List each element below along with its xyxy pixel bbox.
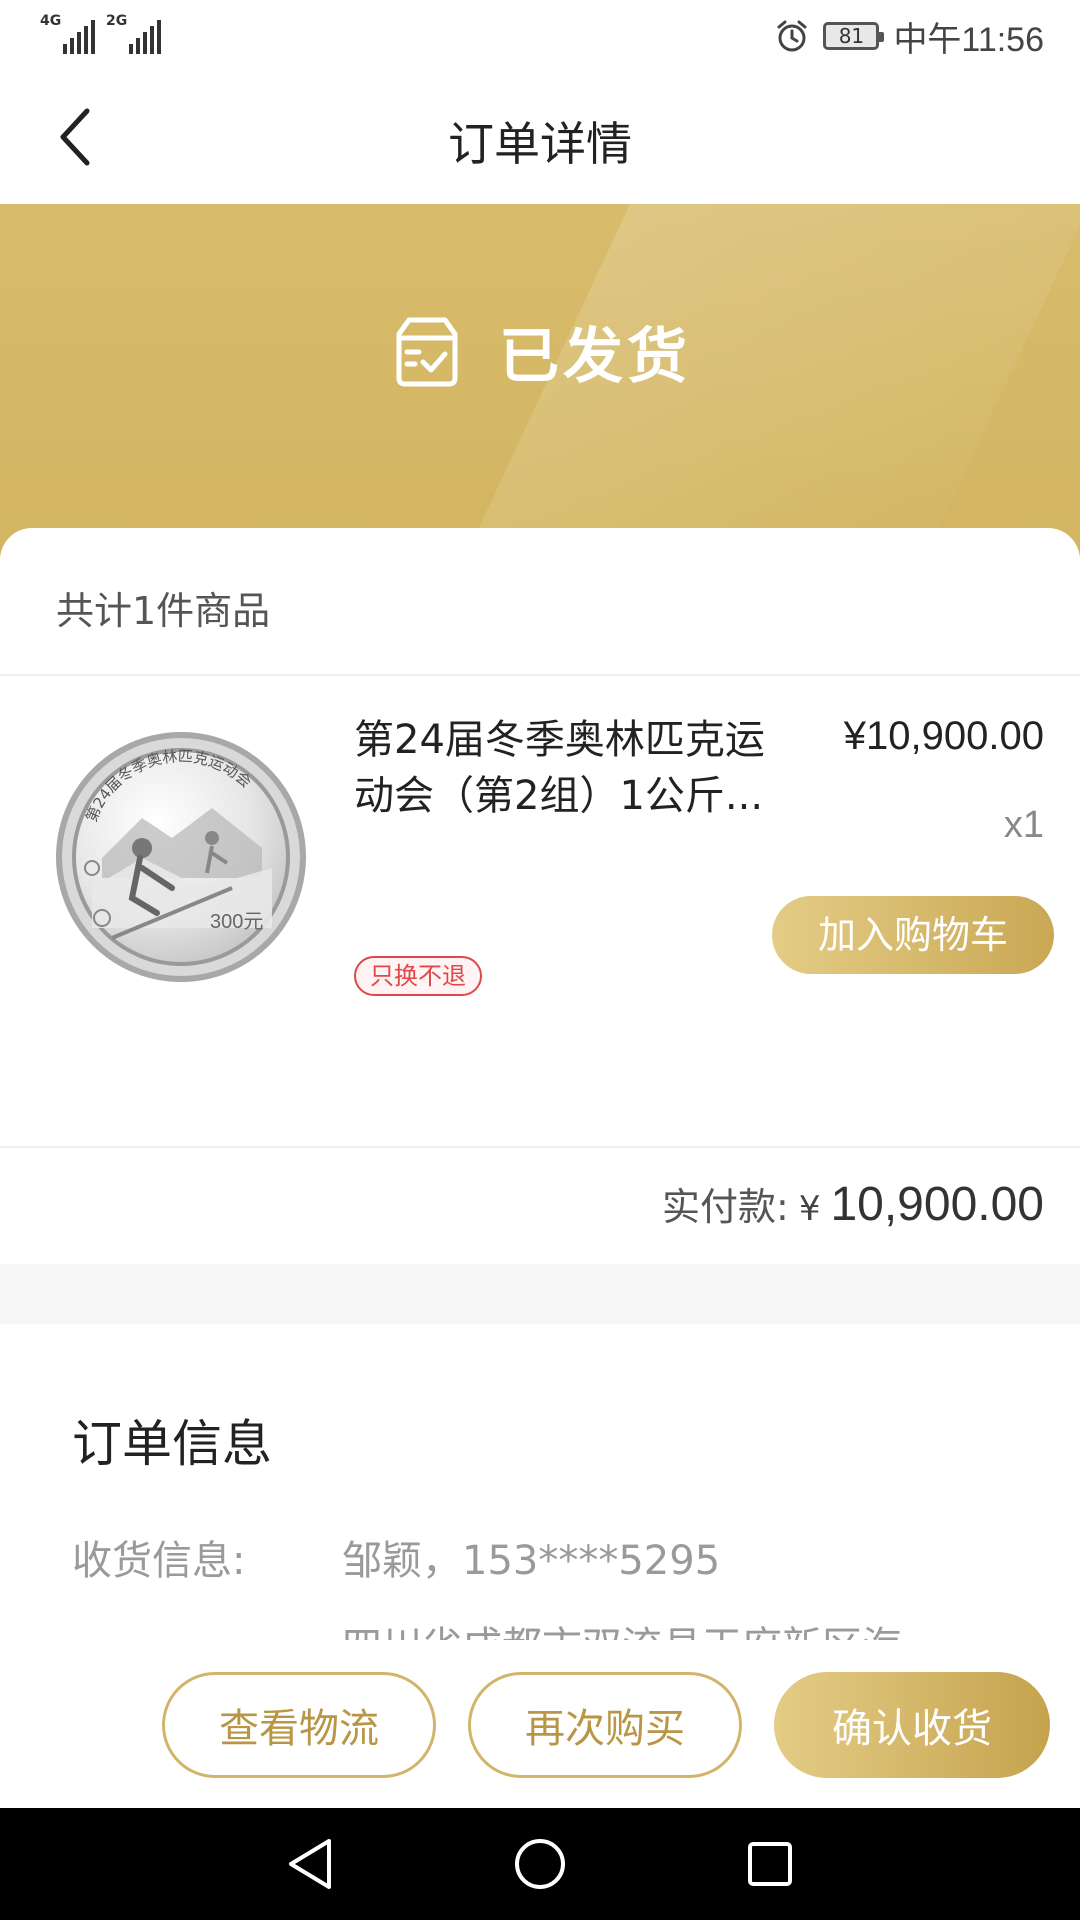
action-bar: 查看物流 再次购买 确认收货 — [0, 1640, 1080, 1808]
payment-amount: 10,900.00 — [830, 1178, 1044, 1231]
item-count-row: 共计1件商品 — [0, 528, 1080, 676]
product-price: ¥10,900.00 — [843, 714, 1044, 758]
nav-back-button[interactable] — [280, 1834, 340, 1894]
network-type-2: 2G — [106, 13, 128, 29]
battery-icon: 81 — [823, 22, 885, 50]
signal-bars-icon — [129, 18, 162, 54]
buy-again-button[interactable]: 再次购买 — [468, 1672, 742, 1778]
shipped-box-icon — [396, 317, 458, 386]
receiver-label: 收货信息: — [72, 1538, 246, 1584]
product-quantity: x1 — [1003, 804, 1044, 846]
return-policy-badge: 只换不退 — [354, 956, 482, 996]
header: 订单详情 — [0, 72, 1080, 204]
address-value: 四川省成都市双流县天府新区海 — [342, 1614, 902, 1640]
signal-indicator-1: 4G — [40, 13, 96, 54]
view-logistics-button[interactable]: 查看物流 — [162, 1672, 436, 1778]
nav-home-button[interactable] — [510, 1834, 570, 1894]
square-recents-icon — [748, 1842, 792, 1886]
circle-home-icon — [515, 1839, 565, 1889]
battery-level: 81 — [838, 24, 865, 48]
order-info-title: 订单信息 — [72, 1415, 272, 1473]
coin-artwork: 第24届冬季奥林匹克运动会 300元 — [82, 747, 272, 940]
product-name[interactable]: 第24届冬季奥林匹克运动会（第2组）1公斤... — [354, 712, 794, 824]
product-item[interactable]: 第24届冬季奥林匹克运动会 300元 第24届冬季奥林匹克运动会（第2组）1公斤… — [0, 678, 1080, 1098]
status-bar: 4G 2G 81 中午11:56 — [0, 0, 1080, 72]
section-separator — [0, 1264, 1080, 1324]
add-to-cart-button[interactable]: 加入购物车 — [772, 896, 1054, 974]
nav-recents-button[interactable] — [740, 1834, 800, 1894]
payment-total: 实付款: ¥ 10,900.00 — [662, 1176, 1044, 1232]
clock: 中午11:56 — [893, 20, 1044, 59]
confirm-receipt-button[interactable]: 确认收货 — [774, 1672, 1050, 1778]
signal-bars-icon — [63, 18, 96, 54]
alarm-icon — [775, 19, 809, 53]
page-title: 订单详情 — [448, 117, 632, 171]
triangle-back-icon — [289, 1839, 331, 1889]
system-navigation-bar — [0, 1808, 1080, 1920]
payment-label: 实付款: — [662, 1185, 789, 1229]
order-info-section: 订单信息 收货信息: 邹颖，153****5295 四川省成都市双流县天府新区海 — [0, 1324, 1080, 1640]
coin-denomination: 300元 — [210, 911, 263, 933]
signal-indicator-2: 2G — [106, 13, 162, 54]
coin-legend: 第24届冬季奥林匹克运动会 — [82, 747, 255, 824]
receiver-value: 邹颖，153****5295 — [342, 1538, 721, 1584]
item-count: 共计1件商品 — [56, 589, 271, 633]
product-image[interactable]: 第24届冬季奥林匹克运动会 300元 — [56, 732, 306, 982]
order-status-banner: 已发货 — [0, 204, 1080, 564]
payment-currency: ¥ — [798, 1189, 821, 1229]
divider — [0, 1146, 1080, 1148]
network-type-1: 4G — [40, 13, 62, 29]
order-status-label: 已发货 — [499, 322, 691, 392]
